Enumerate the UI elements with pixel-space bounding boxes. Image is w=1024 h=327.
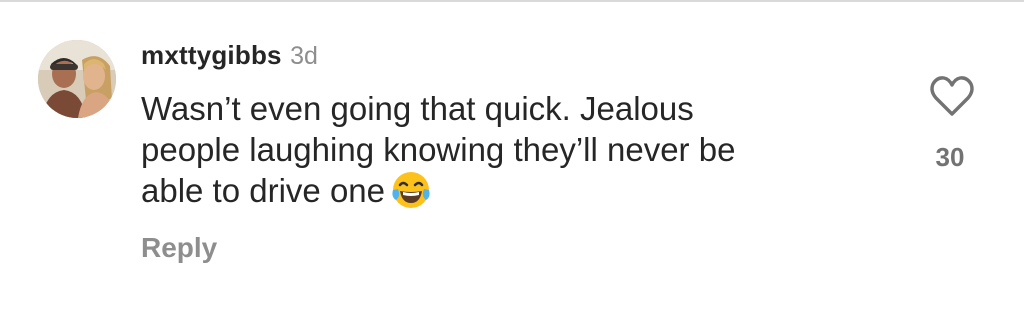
heart-outline-icon: [930, 76, 974, 116]
comment-text-line-3-text: able to drive one: [141, 172, 386, 209]
reply-button[interactable]: Reply: [141, 232, 217, 264]
comment-text-line-1: Wasn’t even going that quick. Jealous: [141, 90, 694, 127]
avatar[interactable]: [38, 40, 116, 118]
like-count: 30: [935, 142, 965, 172]
comment-item: mxttygibbs 3d Wasn’t even going that qui…: [0, 0, 1024, 327]
comment-header: mxttygibbs 3d: [141, 40, 318, 74]
comment-timestamp: 3d: [290, 42, 318, 70]
like-button[interactable]: [928, 74, 976, 118]
comment-text-line-2: people laughing knowing they’ll never be: [141, 131, 736, 168]
avatar-image: [38, 40, 116, 118]
laughing-tears-emoji-icon: [391, 170, 431, 210]
comment-text: Wasn’t even going that quick. Jealous pe…: [141, 88, 841, 211]
username-link[interactable]: mxttygibbs: [141, 40, 282, 70]
comment-text-line-3: able to drive one: [141, 170, 841, 211]
